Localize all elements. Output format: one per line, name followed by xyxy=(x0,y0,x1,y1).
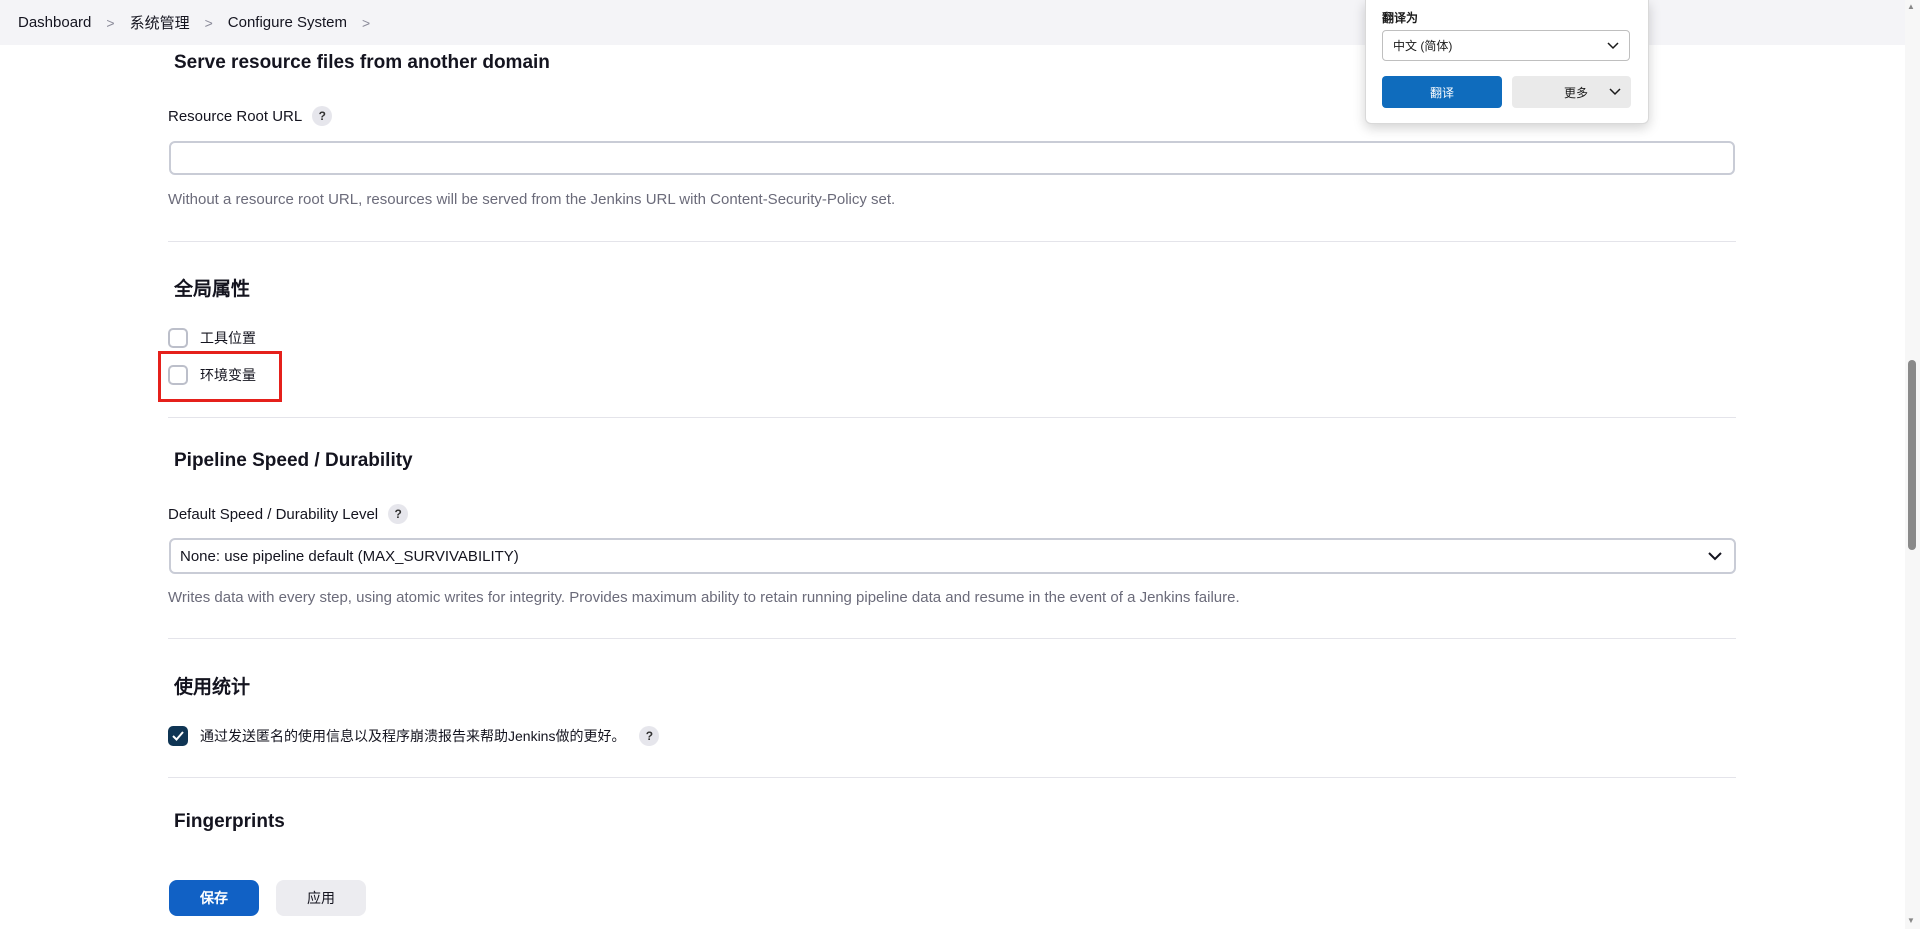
section-title-pipeline-speed: Pipeline Speed / Durability xyxy=(174,450,413,471)
durability-level-label: Default Speed / Durability Level ? xyxy=(168,504,409,524)
help-icon[interactable]: ? xyxy=(388,504,409,524)
section-divider xyxy=(168,417,1736,418)
breadcrumb-separator-icon: > xyxy=(204,14,213,31)
resource-root-url-label-text: Resource Root URL xyxy=(168,107,303,125)
section-title-fingerprints: Fingerprints xyxy=(174,811,285,832)
breadcrumb-configure-system[interactable]: Configure System xyxy=(228,14,347,31)
help-icon[interactable]: ? xyxy=(639,726,660,746)
resource-root-url-description: Without a resource root URL, resources w… xyxy=(168,191,896,208)
translate-button[interactable]: 翻译 xyxy=(1382,76,1502,108)
section-title-resource-domain: Serve resource files from another domain xyxy=(174,52,550,73)
breadcrumb-separator-icon: > xyxy=(106,14,115,31)
scrollbar-thumb[interactable] xyxy=(1908,360,1916,550)
section-divider xyxy=(168,241,1736,242)
scroll-down-arrow-icon[interactable]: ▼ xyxy=(1907,916,1915,925)
durability-level-selected-value: None: use pipeline default (MAX_SURVIVAB… xyxy=(180,547,519,565)
section-divider xyxy=(168,638,1736,639)
sticky-footer xyxy=(140,867,1760,929)
usage-statistics-label: 通过发送匿名的使用信息以及程序崩溃报告来帮助Jenkins做的更好。 xyxy=(200,728,626,744)
tool-locations-option[interactable]: 工具位置 xyxy=(168,328,256,348)
resource-root-url-input[interactable] xyxy=(169,141,1735,175)
check-icon xyxy=(172,731,184,741)
tool-locations-checkbox[interactable] xyxy=(168,328,188,348)
chevron-down-icon xyxy=(1607,41,1619,49)
usage-statistics-option[interactable]: 通过发送匿名的使用信息以及程序崩溃报告来帮助Jenkins做的更好。 ? xyxy=(168,726,660,746)
translate-language-value: 中文 (简体) xyxy=(1393,39,1453,53)
durability-level-description: Writes data with every step, using atomi… xyxy=(168,589,1240,606)
section-title-global-properties: 全局属性 xyxy=(174,279,251,300)
breadcrumb-separator-icon[interactable]: > xyxy=(362,15,370,31)
breadcrumb-system-management[interactable]: 系统管理 xyxy=(130,12,190,33)
translate-popup: 翻译为 中文 (简体) 翻译 更多 xyxy=(1365,0,1649,124)
durability-level-select[interactable]: None: use pipeline default (MAX_SURVIVAB… xyxy=(169,538,1736,574)
section-divider xyxy=(168,777,1736,778)
save-button[interactable]: 保存 xyxy=(169,880,259,916)
more-options-label: 更多 xyxy=(1564,85,1589,100)
apply-button[interactable]: 应用 xyxy=(276,880,366,916)
section-title-usage-statistics: 使用统计 xyxy=(174,677,251,698)
help-icon[interactable]: ? xyxy=(312,106,333,126)
usage-statistics-checkbox[interactable] xyxy=(168,726,188,746)
more-options-button[interactable]: 更多 xyxy=(1512,76,1631,108)
translate-to-label: 翻译为 xyxy=(1382,11,1419,25)
translate-language-select[interactable]: 中文 (简体) xyxy=(1382,30,1630,61)
scroll-up-arrow-icon[interactable]: ▲ xyxy=(1907,2,1915,11)
chevron-down-icon xyxy=(1609,88,1621,96)
chevron-down-icon xyxy=(1708,551,1722,560)
highlight-annotation-box xyxy=(158,351,282,402)
tool-locations-label: 工具位置 xyxy=(200,330,256,346)
breadcrumb-dashboard[interactable]: Dashboard xyxy=(18,14,91,31)
resource-root-url-label: Resource Root URL ? xyxy=(168,106,333,126)
durability-level-label-text: Default Speed / Durability Level xyxy=(168,505,379,523)
